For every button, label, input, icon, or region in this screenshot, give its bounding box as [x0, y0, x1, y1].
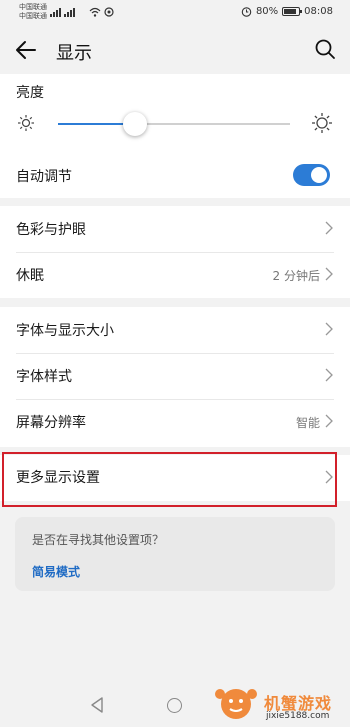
settings-group-2: 字体与显示大小 字体样式 屏幕分辨率 智能: [0, 307, 350, 447]
clock: 08:08: [304, 6, 333, 17]
row-font-size[interactable]: 字体与显示大小: [0, 307, 350, 353]
toggle-knob: [311, 167, 327, 183]
brightness-label: 亮度: [16, 85, 44, 101]
brightness-slider[interactable]: [58, 112, 290, 136]
carrier-labels: 中国联通 中国联通: [19, 3, 47, 21]
row-color-eye[interactable]: 色彩与护眼: [0, 206, 350, 252]
wifi-icon: [89, 7, 101, 17]
chevron-right-icon: [325, 414, 333, 428]
row-label: 色彩与护眼: [16, 222, 86, 238]
search-icon[interactable]: [314, 38, 336, 60]
row-label: 字体与显示大小: [16, 323, 114, 339]
brightness-low-icon: [18, 115, 34, 131]
suggestion-box: 是否在寻找其他设置项？ 简易模式: [15, 517, 335, 591]
suggestion-question: 是否在寻找其他设置项？: [32, 533, 165, 547]
battery-percent: 80%: [255, 6, 279, 17]
signal-icon: [50, 8, 75, 17]
settings-group-1: 色彩与护眼 休眠 2 分钟后: [0, 206, 350, 298]
row-resolution[interactable]: 屏幕分辨率 智能: [0, 399, 350, 445]
chevron-right-icon: [325, 368, 333, 382]
highlight-box: [2, 452, 337, 507]
chevron-right-icon: [325, 267, 333, 281]
slider-thumb[interactable]: [122, 112, 147, 136]
nav-home-icon[interactable]: [167, 698, 182, 713]
page-title: 显示: [56, 43, 92, 64]
nav-back-icon[interactable]: [90, 697, 104, 713]
row-label: 屏幕分辨率: [16, 415, 86, 431]
row-label: 休眠: [16, 268, 44, 284]
carrier-1: 中国联通: [19, 3, 47, 11]
chevron-right-icon: [325, 322, 333, 336]
status-bar: 中国联通 中国联通 80% 08:08: [0, 0, 350, 26]
back-arrow-icon[interactable]: [13, 38, 39, 62]
simple-mode-link[interactable]: 简易模式: [32, 563, 80, 580]
row-value: 智能: [295, 416, 320, 430]
data-sync-icon: [104, 7, 114, 17]
auto-adjust-toggle[interactable]: [293, 164, 330, 186]
row-sleep[interactable]: 休眠 2 分钟后: [0, 252, 350, 298]
carrier-2: 中国联通: [19, 12, 47, 20]
row-label: 字体样式: [16, 369, 72, 385]
status-right: 80% 08:08: [241, 6, 333, 17]
row-value: 2 分钟后: [272, 269, 320, 283]
watermark-logo: [215, 689, 257, 719]
battery-icon: [282, 7, 303, 16]
top-bar: 显示: [0, 26, 350, 74]
watermark-url: jixie5188.com: [266, 711, 330, 721]
brightness-high-icon: [312, 113, 332, 133]
alarm-icon: [241, 7, 252, 17]
row-font-style[interactable]: 字体样式: [0, 353, 350, 399]
chevron-right-icon: [325, 221, 333, 235]
auto-adjust-label: 自动调节: [16, 169, 72, 185]
